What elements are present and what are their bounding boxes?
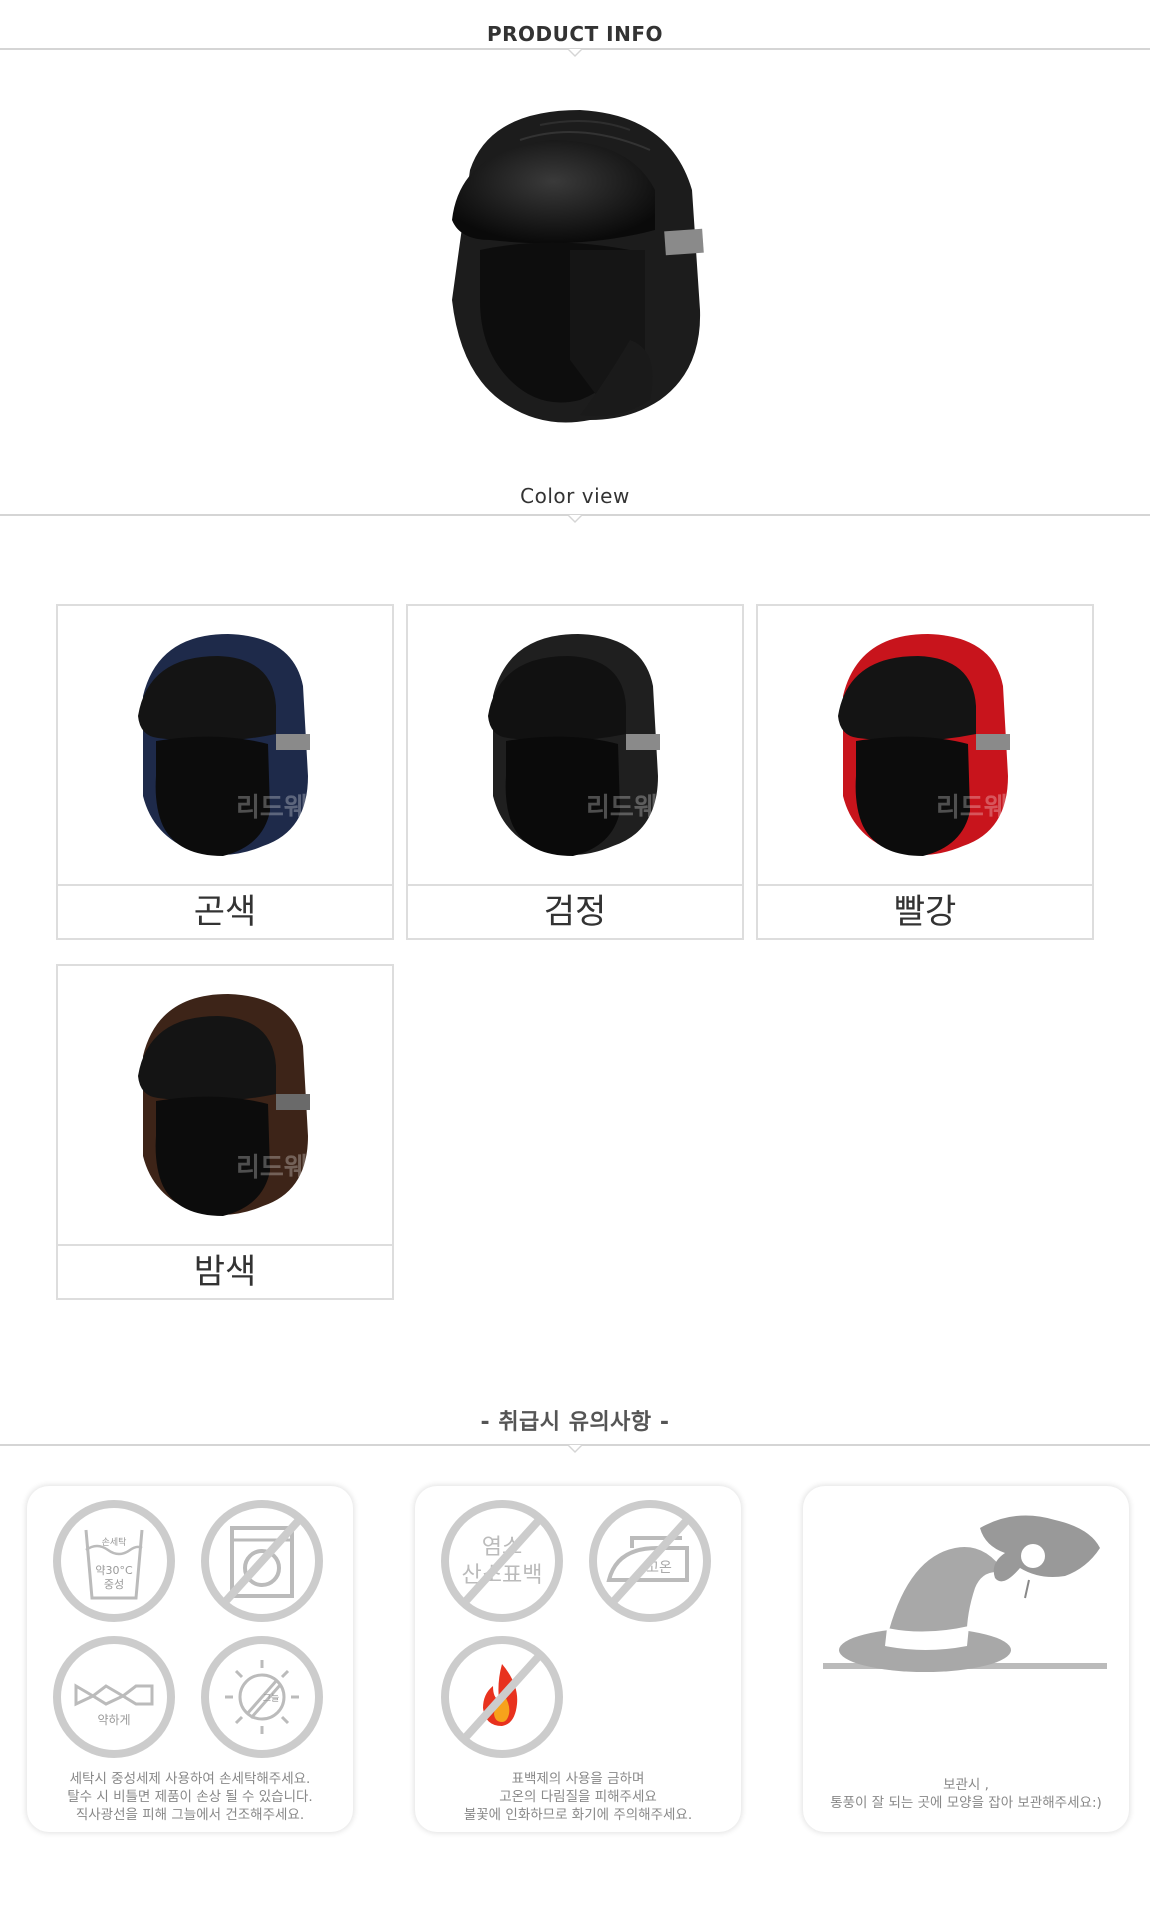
color-label: 검정 bbox=[543, 892, 607, 932]
svg-text:손세탁: 손세탁 bbox=[102, 1536, 127, 1548]
svg-text:중성: 중성 bbox=[104, 1578, 124, 1591]
gentle-wring-icon: 약하게 bbox=[53, 1636, 175, 1758]
no-iron-icon: 고온 bbox=[589, 1500, 711, 1622]
hat-image-brown: 리드웨어 bbox=[58, 994, 392, 1246]
divider-notch-inner bbox=[569, 49, 581, 55]
hat-image-navy: 리드웨어 bbox=[58, 634, 392, 886]
color-label: 밤색 bbox=[193, 1252, 257, 1292]
divider-notch-inner bbox=[569, 515, 581, 521]
product-info-header: PRODUCT INFO bbox=[0, 22, 1150, 57]
care-title: - 취급시 유의사항 - bbox=[480, 1410, 670, 1435]
divider-notch-inner bbox=[569, 1445, 581, 1451]
color-option-black[interactable]: 리드웨어 검정 bbox=[406, 604, 744, 940]
svg-text:약하게: 약하게 bbox=[97, 1712, 130, 1727]
watermark-text: 리드웨어 bbox=[236, 793, 332, 823]
svg-text:그늘: 그늘 bbox=[263, 1693, 280, 1704]
hat-storage-icon bbox=[823, 1515, 1107, 1672]
watermark-text: 리드웨어 bbox=[936, 793, 1032, 823]
color-option-navy[interactable]: 리드웨어 곤색 bbox=[56, 604, 394, 940]
care-header: - 취급시 유의사항 - bbox=[0, 1404, 1150, 1453]
dry-in-shade-icon: 그늘 bbox=[201, 1636, 323, 1758]
care-card-washing: 손세탁 약30°C 중성 약하게 그늘 세탁시 중성세제 사용하여 손세탁해주세… bbox=[27, 1486, 353, 1832]
color-option-brown[interactable]: 리드웨어 밤색 bbox=[56, 964, 394, 1300]
no-washing-machine-icon bbox=[201, 1500, 323, 1622]
care-text-bleach-iron: 표백제의 사용을 금하며 고온의 다림질을 피해주세요 불꽃에 인화하므로 화기… bbox=[463, 1771, 693, 1823]
product-info-title: PRODUCT INFO bbox=[486, 22, 664, 46]
color-option-red[interactable]: 리드웨어 빨강 bbox=[756, 604, 1094, 940]
no-fire-icon bbox=[441, 1636, 563, 1758]
hand-wash-icon: 손세탁 약30°C 중성 bbox=[53, 1500, 175, 1622]
svg-text:약30°C: 약30°C bbox=[95, 1563, 133, 1577]
no-bleach-icon: 염소 산소표백 bbox=[441, 1500, 563, 1622]
care-card-bleach-iron: 염소 산소표백 고온 표백제의 사용을 금하며 고온의 다림질을 피해주세요 불… bbox=[415, 1486, 741, 1832]
care-text-storage: 보관시 , 통풍이 잘 되는 곳에 모양을 잡아 보관해주세요:) bbox=[830, 1777, 1102, 1811]
care-card-storage: 보관시 , 통풍이 잘 되는 곳에 모양을 잡아 보관해주세요:) bbox=[803, 1486, 1129, 1832]
color-label: 빨강 bbox=[893, 892, 957, 932]
product-hero-image bbox=[452, 110, 704, 423]
watermark-text: 리드웨어 bbox=[586, 793, 682, 823]
color-view-header: Color view bbox=[0, 484, 1150, 523]
color-view-title: Color view bbox=[520, 484, 630, 508]
hat-image-red: 리드웨어 bbox=[758, 634, 1092, 886]
color-label: 곤색 bbox=[193, 892, 257, 932]
care-text-washing: 세탁시 중성세제 사용하여 손세탁해주세요. 탈수 시 비틀면 제품이 손상 될… bbox=[67, 1771, 313, 1823]
hat-image-black: 리드웨어 bbox=[408, 634, 742, 886]
watermark-text: 리드웨어 bbox=[236, 1153, 332, 1183]
